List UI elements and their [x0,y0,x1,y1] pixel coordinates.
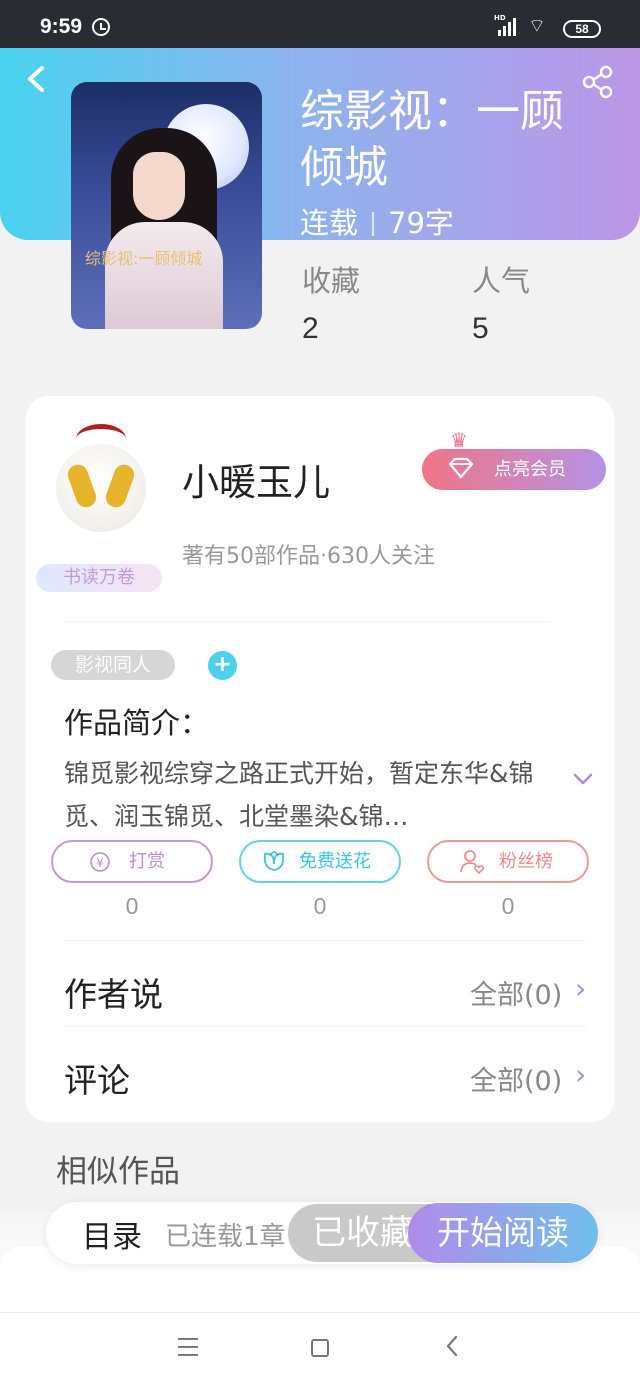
comments-all[interactable]: 全部(0) [470,1059,562,1098]
home-icon[interactable] [311,1339,329,1357]
toc-button[interactable]: 目录 [82,1212,142,1256]
svg-text:¥: ¥ [96,856,104,870]
status-time: 9:59 [40,15,83,38]
status-bar: 9:59 HD ⌔ 58 [0,0,640,48]
diamond-icon [446,449,476,504]
fans-icon [459,842,487,895]
wifi-icon: ⌔ [528,15,546,37]
fans-count: 0 [501,893,515,919]
share-icon[interactable] [580,64,616,100]
author-says-label[interactable]: 作者说 [64,968,163,1016]
fans-rank-label: 粉丝榜 [499,851,553,872]
start-reading-button[interactable]: 开始阅读 [408,1203,598,1263]
flower-icon [261,842,287,895]
comments-label[interactable]: 评论 [64,1054,130,1102]
author-badge: 书读万卷 [36,564,162,592]
vip-button-label: 点亮会员 [494,459,566,480]
send-flower-label: 免费送花 [299,851,371,872]
book-cover[interactable]: 综影视:一顾倾城 [71,82,262,329]
fans-rank-button[interactable]: 粉丝榜 [427,840,589,883]
chapter-count: 已连载1章 [165,1222,286,1252]
stat-label-popularity: 人气 [472,264,531,298]
cover-title: 综影视:一顾倾城 [85,249,203,268]
divider [64,621,550,622]
divider [64,940,586,941]
reward-count: 0 [125,893,139,919]
intro-text: 锦觅影视综穿之路正式开始，暂定东华&锦觅、润玉锦觅、北堂墨染&锦… [64,759,534,831]
alarm-icon [92,18,110,36]
author-stats: 著有50部作品·630人关注 [182,544,435,569]
add-tag-icon[interactable]: + [208,651,237,680]
reward-button[interactable]: ¥ 打赏 [51,840,213,883]
vip-button[interactable]: 点亮会员 [422,449,606,490]
serial-status: 连载 [300,206,359,240]
stat-value-collect: 2 [302,312,319,345]
send-flower-button[interactable]: 免费送花 [239,840,401,883]
battery-level: 58 [563,20,601,38]
word-count: 79字 [388,206,454,240]
genre-tag[interactable]: 影视同人 [51,650,175,680]
book-status: 连载 79字 [300,200,454,242]
flower-count: 0 [313,893,327,919]
author-name[interactable]: 小暖玉儿 [182,452,330,506]
chevron-down-icon[interactable] [572,768,594,790]
chevron-right-icon[interactable]: › [575,1058,586,1091]
book-title: 综影视：一顾倾城 [300,86,564,193]
stat-label-collect: 收藏 [302,264,361,298]
yen-icon: ¥ [89,842,111,895]
status-divider [372,212,375,236]
author-says-all[interactable]: 全部(0) [470,973,562,1012]
signal-icon [496,18,518,36]
stat-value-popularity: 5 [472,312,489,345]
divider [64,1026,586,1027]
back-arrow-icon[interactable] [22,62,56,100]
chevron-right-icon[interactable]: › [575,972,586,1005]
reward-label: 打赏 [129,851,165,872]
menu-icon[interactable] [178,1338,198,1356]
author-avatar[interactable] [52,424,150,532]
nav-back-icon[interactable] [444,1333,460,1364]
similar-works-title: 相似作品 [56,1154,180,1190]
intro-title: 作品简介： [64,706,210,740]
